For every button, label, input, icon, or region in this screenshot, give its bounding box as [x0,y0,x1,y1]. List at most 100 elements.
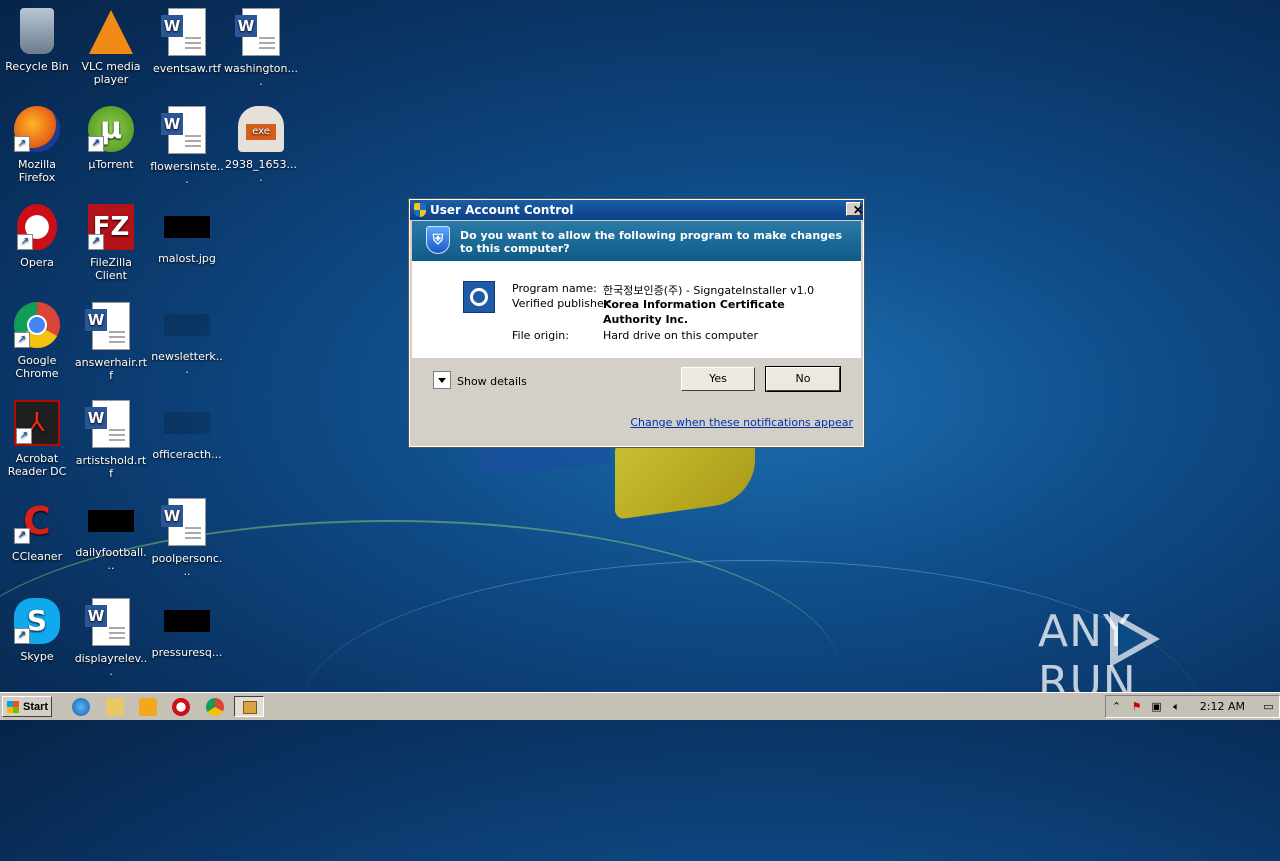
taskbar: Start ⌃ ⚑ ▣ 🔈︎ 2:12 AM ▭ [0,692,1280,720]
ie-icon[interactable] [72,698,90,716]
desktop-icon-flowersinste[interactable]: W flowersinste... [150,102,224,186]
desktop-icon-label: pressuresq... [151,646,223,659]
desktop-icon-poolpersonc[interactable]: W poolpersonc... [150,494,224,578]
desktop-icon-utorrent[interactable]: µ ↗ µTorrent [74,102,148,171]
desktop-icon-filezilla[interactable]: FZ ↗ FileZilla Client [74,200,148,282]
show-details-toggle[interactable] [433,371,451,389]
desktop-icon-displayrelev[interactable]: W displayrelev... [74,594,148,678]
uac-question: Do you want to allow the following progr… [460,229,843,255]
recycle-bin-icon [20,8,54,54]
desktop-icon-answerhair[interactable]: W answerhair.rtf [74,298,148,382]
file-origin-value: Hard drive on this computer [603,329,758,342]
word-document-icon: W [85,598,130,646]
skype-icon: S ↗ [14,598,60,644]
uac-shield-icon [414,203,426,217]
desktop-icon-firefox[interactable]: ↗ Mozilla Firefox [0,102,74,184]
action-center-icon[interactable]: ⚑ [1130,700,1143,713]
close-button[interactable]: ✕ [846,202,863,216]
desktop-icon-label: flowersinste... [150,160,224,186]
image-thumbnail-icon [88,510,134,532]
desktop-icon-malost[interactable]: malost.jpg [150,200,224,265]
desktop-icon-exe-installer[interactable]: exe 2938_1653.... [224,102,298,184]
desktop-icon-chrome[interactable]: ↗ Google Chrome [0,298,74,380]
image-thumbnail-icon [164,314,210,336]
desktop-icon-acrobat[interactable]: ⅄ ↗ Acrobat Reader DC [0,396,74,478]
acrobat-icon: ⅄ ↗ [14,400,60,446]
desktop-icon-label: CCleaner [11,550,63,563]
shortcut-arrow-icon: ↗ [14,332,30,348]
desktop-icon-artistshold[interactable]: W artistshold.rtf [74,396,148,480]
show-hidden-icons-icon[interactable]: ⌃ [1110,700,1123,713]
desktop-icon-label: washington.... [224,62,298,88]
program-name-label: Program name: [512,282,597,295]
word-document-icon: W [235,8,280,56]
publisher-value: Korea Information Certificate Authority … [603,298,785,326]
image-thumbnail-icon [164,610,210,632]
desktop-icon-label: VLC media player [81,60,141,86]
opera-icon[interactable] [172,698,190,716]
folder-icon[interactable] [106,698,124,716]
shield-icon: ⛨ [426,226,450,254]
change-notifications-link[interactable]: Change when these notifications appear [630,416,853,429]
network-icon[interactable]: ▣ [1150,700,1163,713]
desktop-icon-opera[interactable]: ↗ Opera [0,200,74,269]
shortcut-arrow-icon: ↗ [14,136,30,152]
no-button[interactable]: No [765,366,841,392]
desktop-icon-label: malost.jpg [158,252,216,265]
desktop-icon-officeracth[interactable]: officeracth... [150,396,224,461]
desktop-icon-newsletterk[interactable]: newsletterk... [150,298,224,376]
media-player-icon[interactable] [139,698,157,716]
utorrent-icon: µ ↗ [88,106,134,152]
filezilla-icon: FZ ↗ [88,204,134,250]
desktop-icon-label: answerhair.rtf [74,356,148,382]
desktop-icon-label: newsletterk... [151,350,223,376]
desktop-icon-label: dailyfootball... [75,546,147,572]
volume-icon[interactable]: 🔈︎ [1170,700,1183,713]
desktop-icon-skype[interactable]: S ↗ Skype [0,594,74,663]
taskbar-running-uac[interactable] [234,696,264,717]
desktop-icon-vlc[interactable]: VLC media player [74,4,148,86]
program-name-value: 한국정보인증(주) - SigngateInstaller v1.0 [603,284,815,297]
desktop-icon-pressuresq[interactable]: pressuresq... [150,594,224,659]
desktop-icon-dailyfootball[interactable]: dailyfootball... [74,494,148,572]
system-tray: ⌃ ⚑ ▣ 🔈︎ 2:12 AM ▭ [1105,695,1280,718]
clock[interactable]: 2:12 AM [1200,700,1245,713]
uac-question-banner: ⛨ Do you want to allow the following pro… [412,221,861,261]
vlc-icon [89,10,133,54]
uac-title-bar[interactable]: User Account Control ✕ [410,200,863,220]
uac-program-info: Program name: 한국정보인증(주) - SigngateInstal… [412,261,861,358]
shortcut-arrow-icon: ↗ [17,234,33,250]
word-document-icon: W [161,8,206,56]
word-document-icon: W [161,498,206,546]
publisher-label: Verified publisher: [512,297,612,310]
show-desktop-icon[interactable]: ▭ [1262,700,1275,713]
shortcut-arrow-icon: ↗ [16,428,32,444]
desktop-icon-eventsaw[interactable]: W eventsaw.rtf [150,4,224,75]
watermark-play-inner [1118,622,1148,656]
desktop-icon-label: µTorrent [88,158,134,171]
chrome-icon[interactable] [206,698,224,716]
word-document-icon: W [161,106,206,154]
desktop-icon-label: poolpersonc... [151,552,223,578]
show-details-label[interactable]: Show details [457,375,527,388]
uac-footer: Show details Yes No Change when these no… [412,358,861,444]
uac-dialog: User Account Control ✕ ⛨ Do you want to … [408,198,865,448]
desktop-icon-label: Skype [20,650,54,663]
uac-title: User Account Control [430,203,574,217]
opera-icon: ↗ [17,204,57,250]
shortcut-arrow-icon: ↗ [14,528,30,544]
desktop-icon-ccleaner[interactable]: C ↗ CCleaner [0,494,74,563]
desktop-icon-label: artistshold.rtf [75,454,147,480]
image-thumbnail-icon [164,412,210,434]
yes-button[interactable]: Yes [681,367,755,391]
chrome-icon: ↗ [14,302,60,348]
file-origin-label: File origin: [512,329,569,342]
desktop-icon-washington[interactable]: W washington.... [224,4,298,88]
desktop-icon-label: 2938_1653.... [225,158,297,184]
desktop-icon-label: FileZilla Client [90,256,132,282]
desktop-icon-label: displayrelev... [74,652,148,678]
desktop-icon-recycle-bin[interactable]: Recycle Bin [0,4,74,73]
ccleaner-icon: C ↗ [14,498,60,544]
program-icon [463,281,495,313]
start-button[interactable]: Start [2,696,52,717]
